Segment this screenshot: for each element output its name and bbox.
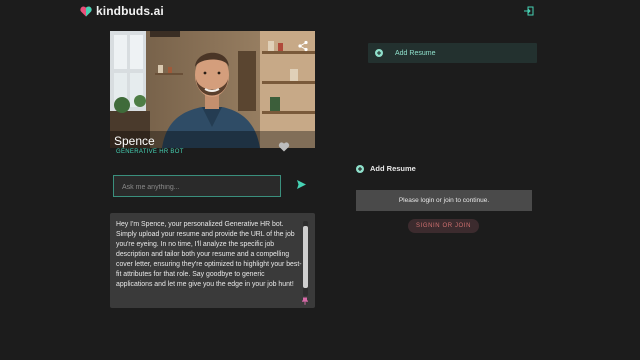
signin-label: SIGNIN OR JOIN (415, 223, 472, 229)
add-resume-heading-label: Add Resume (370, 164, 416, 173)
login-message-box: Please login or join to continue. (356, 190, 532, 211)
ask-input[interactable] (114, 177, 280, 198)
login-message: Please login or join to continue. (398, 197, 490, 204)
exit-icon[interactable] (522, 4, 536, 18)
heart-logo-icon (80, 6, 92, 16)
send-icon[interactable] (296, 179, 307, 190)
add-resume-heading: Add Resume (356, 164, 416, 173)
app-name: kindbuds.ai (96, 4, 164, 18)
share-icon[interactable] (297, 40, 309, 52)
plus-circle-icon (356, 164, 364, 173)
intro-panel: Hey I'm Spence, your personalized Genera… (110, 213, 315, 308)
app-logo[interactable]: kindbuds.ai (80, 4, 164, 18)
heart-icon[interactable] (278, 141, 290, 153)
signin-button[interactable]: SIGNIN OR JOIN (408, 219, 479, 233)
bot-photo (110, 31, 315, 148)
add-resume-button[interactable]: Add Resume (368, 43, 537, 63)
add-resume-label: Add Resume (395, 49, 436, 57)
pin-icon[interactable] (301, 297, 309, 305)
bot-name: Spence (114, 134, 155, 148)
intro-text: Hey I'm Spence, your personalized Genera… (116, 221, 302, 288)
bot-role: GENERATIVE HR BOT (116, 149, 184, 155)
ask-box (113, 175, 281, 198)
scrollbar[interactable] (303, 221, 308, 296)
scrollbar-thumb[interactable] (303, 226, 308, 288)
plus-circle-icon (375, 49, 383, 57)
